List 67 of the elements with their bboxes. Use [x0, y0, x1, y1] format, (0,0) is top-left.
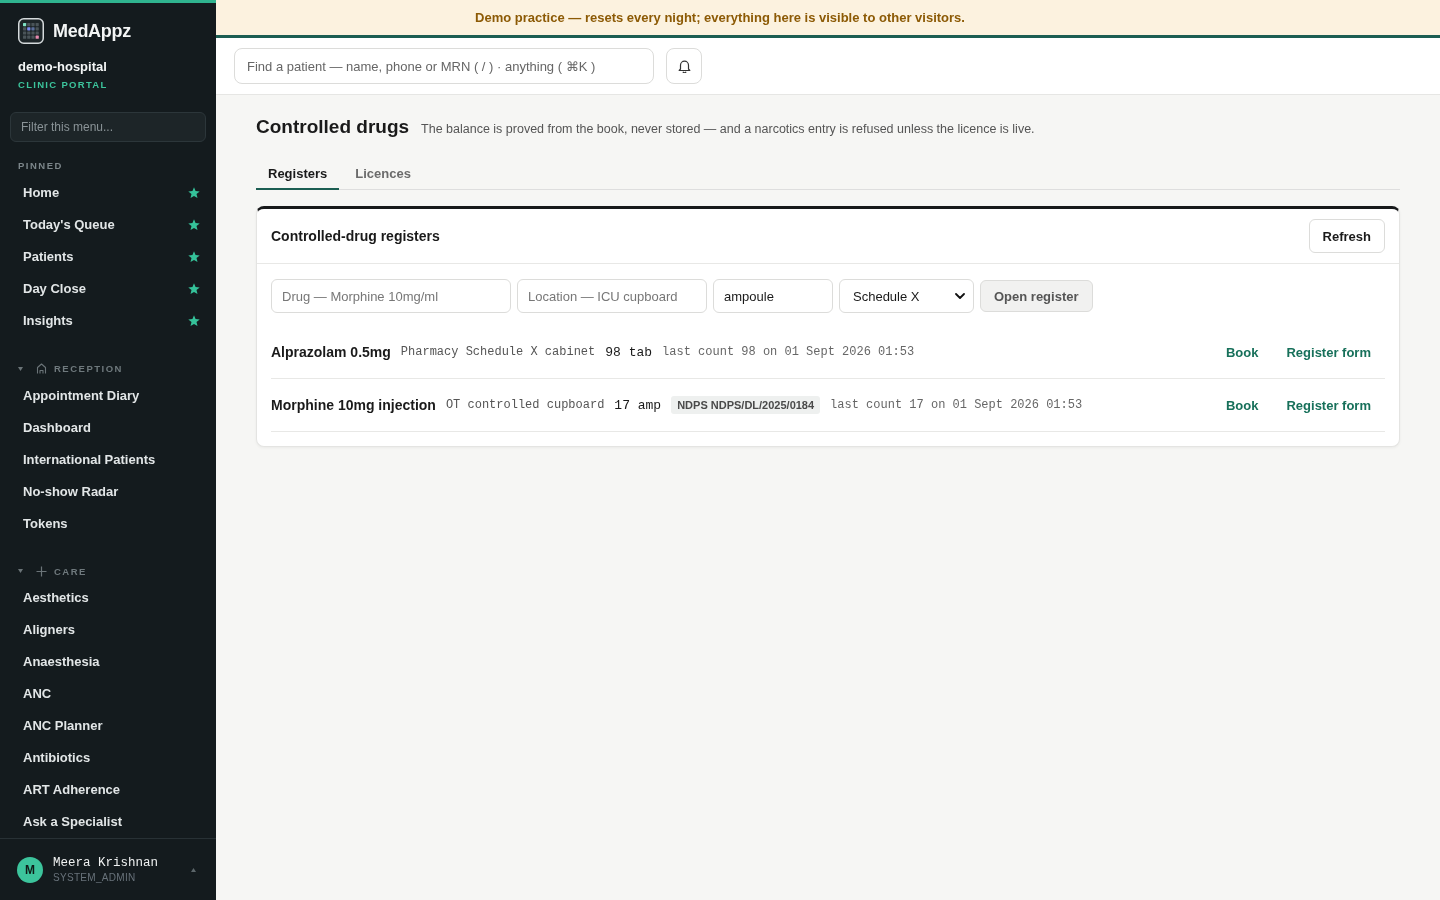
star-icon[interactable]: [188, 186, 200, 199]
group-header[interactable]: RECEPTION: [0, 361, 123, 376]
nav-item[interactable]: Antibiotics: [10, 741, 206, 774]
nav-item[interactable]: Today's Queue: [10, 208, 206, 241]
bell-icon: [677, 59, 691, 73]
nav-item[interactable]: ART Adherence: [10, 773, 206, 806]
plus-icon: [36, 565, 47, 577]
user-role: SYSTEM_ADMIN: [53, 870, 137, 884]
nav-item[interactable]: Aesthetics: [10, 581, 206, 614]
storage-location: Pharmacy Schedule X cabinet: [400, 345, 596, 359]
refresh-button[interactable]: Refresh: [1308, 219, 1385, 253]
org-name: demo-hospital: [18, 58, 108, 76]
unit-field[interactable]: ampoule: [713, 279, 833, 313]
caret-icon[interactable]: [191, 867, 196, 872]
portal-label: CLINIC PORTAL: [18, 78, 109, 92]
star-icon[interactable]: [188, 282, 200, 295]
schedule-select[interactable]: Schedule X: [839, 279, 974, 313]
star-icon[interactable]: [188, 314, 200, 327]
logo-icon: [18, 18, 44, 44]
menu-filter-field[interactable]: Filter this menu...: [10, 112, 206, 142]
section-label: PINNED: [17, 159, 64, 173]
register-form-link[interactable]: Register form: [1286, 397, 1371, 413]
storage-location: OT controlled cupboard: [445, 398, 605, 412]
last-count: last count 98 on 01 Sept 2026 01:53: [662, 345, 915, 359]
nav-item[interactable]: No-show Radar: [10, 475, 206, 507]
nav-item[interactable]: Appointment Diary: [10, 379, 206, 411]
nav-item[interactable]: Anaesthesia: [10, 645, 206, 678]
page-description: The balance is proved from the book, never stored — and a narcotics entry is refused unless the licence is live.: [421, 122, 1035, 136]
balance-count: 17 amp: [614, 397, 662, 413]
patient-search-field[interactable]: Find a patient — name, phone or MRN ( / ) · anything ( ⌘K ): [234, 48, 654, 84]
nav-item[interactable]: Patients: [10, 240, 206, 273]
nav-item[interactable]: Home: [10, 176, 206, 209]
caret-icon[interactable]: [18, 569, 23, 573]
nav-item[interactable]: International Patients: [10, 443, 206, 475]
nav-item[interactable]: Ask a Specialist: [10, 805, 206, 838]
chevron-icon: [955, 293, 965, 299]
nav-item[interactable]: Aligners: [10, 613, 206, 646]
caret-icon[interactable]: [18, 366, 23, 371]
user-avatar: M: [17, 856, 43, 883]
book-link[interactable]: Book: [1225, 344, 1259, 360]
tab[interactable]: Licences: [343, 159, 423, 190]
notifications-button[interactable]: [666, 48, 702, 84]
licence-badge: NDPS NDPS/DL/2025/0184: [671, 396, 821, 414]
demo-banner: Demo practice — resets every night; everything here is visible to other visitors.: [216, 0, 1440, 38]
user-name: Meera Krishnan: [53, 855, 159, 871]
nav-item[interactable]: Tokens: [10, 507, 206, 539]
nav-item[interactable]: Dashboard: [10, 411, 206, 443]
nav-item[interactable]: ANC Planner: [10, 709, 206, 742]
app-name: MedAppz: [53, 20, 131, 42]
book-link[interactable]: Book: [1225, 397, 1259, 413]
house-icon: [36, 363, 47, 374]
page-title: Controlled drugs: [256, 115, 410, 139]
nav-item[interactable]: Insights: [10, 304, 206, 337]
balance-count: 98 tab: [605, 344, 653, 360]
last-count: last count 17 on 01 Sept 2026 01:53: [830, 398, 1083, 412]
location-field[interactable]: Location — ICU cupboard: [517, 279, 707, 313]
group-header[interactable]: CARE: [0, 564, 87, 578]
star-icon[interactable]: [188, 250, 200, 263]
card-title: Controlled-drug registers: [271, 228, 440, 244]
star-icon[interactable]: [188, 218, 200, 231]
register-form-link[interactable]: Register form: [1286, 344, 1371, 360]
nav-item[interactable]: Day Close: [10, 272, 206, 305]
nav-item[interactable]: ANC: [10, 677, 206, 710]
tab[interactable]: Registers: [256, 159, 340, 190]
drug-name: Morphine 10mg injection: [271, 397, 436, 413]
drug-field[interactable]: Drug — Morphine 10mg/ml: [271, 279, 511, 313]
drug-name: Alprazolam 0.5mg: [271, 344, 391, 360]
